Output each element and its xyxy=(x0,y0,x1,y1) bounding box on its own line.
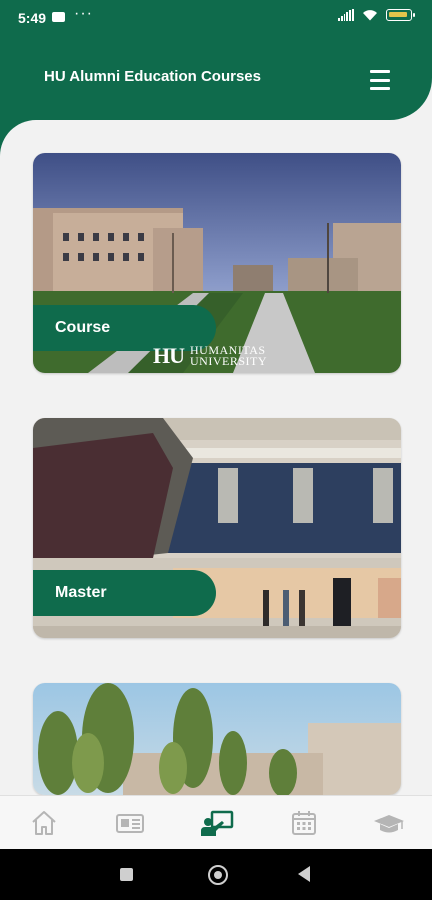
calendar-icon[interactable] xyxy=(289,808,319,838)
third-card[interactable] xyxy=(33,683,401,795)
master-card[interactable]: Master xyxy=(33,418,401,638)
logo-text-line2: UNIVERSITY xyxy=(190,354,267,368)
logo-initials: HU xyxy=(153,343,185,368)
graduation-cap-icon[interactable] xyxy=(373,808,405,838)
wifi-icon xyxy=(363,10,377,21)
course-card[interactable]: Course HU HUMANITAS UNIVERSITY xyxy=(33,153,401,373)
hamburger-menu-icon[interactable] xyxy=(370,70,390,90)
recent-apps-button[interactable] xyxy=(120,868,133,881)
content-curve xyxy=(0,120,432,156)
android-navigation-bar xyxy=(0,849,432,900)
page-title: HU Alumni Education Courses xyxy=(44,68,261,85)
master-card-label[interactable]: Master xyxy=(33,570,216,616)
status-bar: 5:49 ··· xyxy=(0,0,432,36)
battery-icon xyxy=(386,9,415,21)
home-icon[interactable] xyxy=(29,808,59,838)
campus-trees-photo xyxy=(33,683,401,795)
youtube-icon xyxy=(52,12,65,22)
back-button[interactable] xyxy=(298,866,310,882)
signal-icon xyxy=(338,9,354,21)
humanitas-logo: HU HUMANITAS UNIVERSITY xyxy=(153,343,267,369)
courses-icon[interactable] xyxy=(200,808,234,838)
bottom-navigation xyxy=(0,795,432,850)
status-icons xyxy=(338,9,415,21)
status-time: 5:49 xyxy=(18,10,47,26)
more-notifications-indicator: ··· xyxy=(74,5,93,22)
news-icon[interactable] xyxy=(115,808,145,838)
app-header: HU Alumni Education Courses xyxy=(0,36,432,120)
home-button[interactable] xyxy=(208,865,228,885)
